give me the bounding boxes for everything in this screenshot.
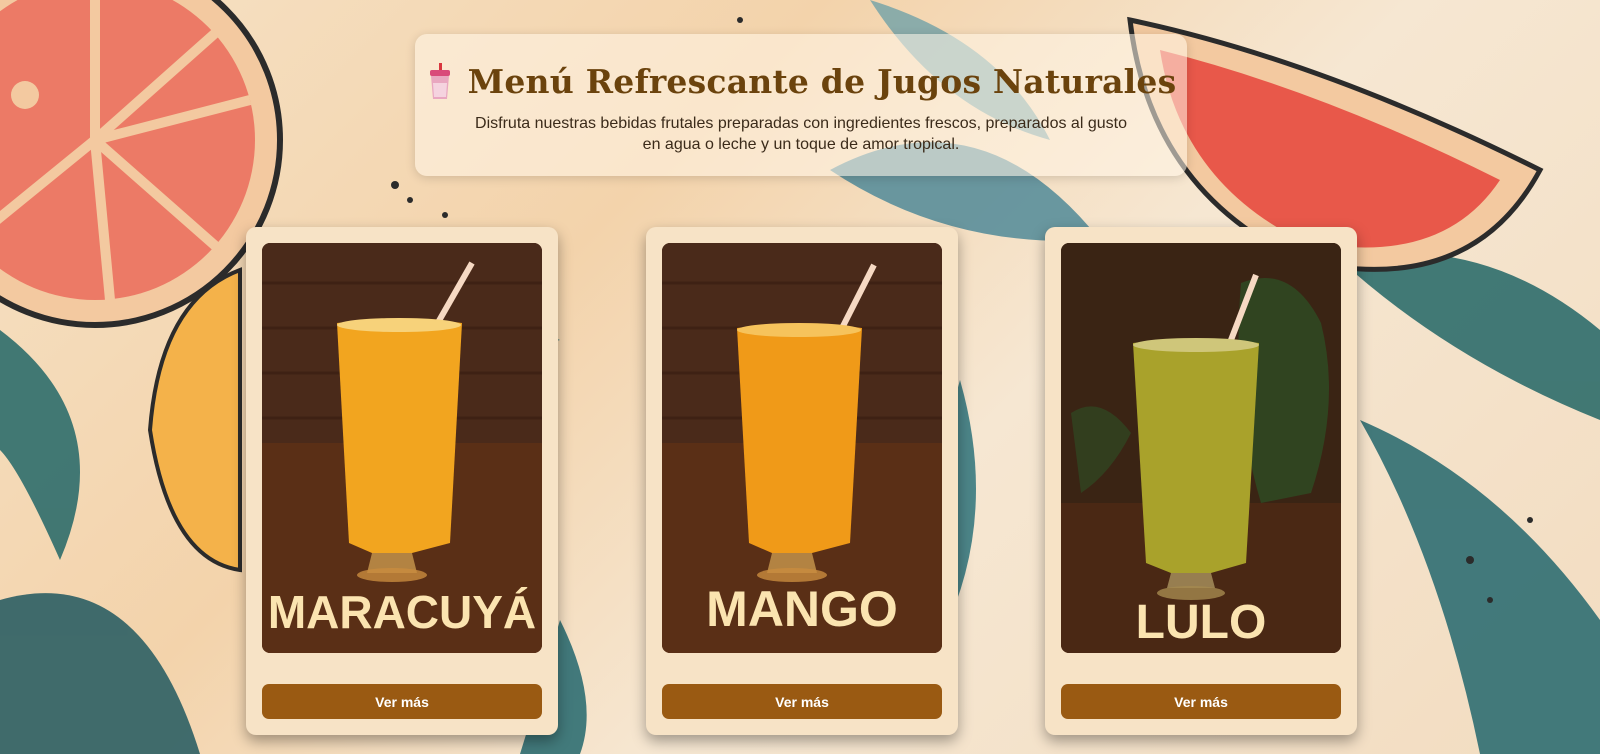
page-subtitle: Disfruta nuestras bebidas frutales prepa… [475, 115, 1127, 153]
ver-mas-button[interactable]: Ver más [262, 684, 542, 719]
juice-photo: LULO [1061, 243, 1341, 653]
juice-card-maracuya: MARACUYÁ Ver más [246, 227, 558, 735]
header-card: Menú Refrescante de Jugos Naturales Disf… [415, 34, 1187, 176]
juice-photo: MARACUYÁ [262, 243, 542, 653]
title-row: Menú Refrescante de Jugos Naturales [415, 62, 1187, 101]
juice-label: LULO [1136, 596, 1267, 649]
juice-card-mango: MANGO Ver más [646, 227, 958, 735]
ver-mas-button[interactable]: Ver más [1061, 684, 1341, 719]
juice-photo: MANGO [662, 243, 942, 653]
juice-label: MARACUYÁ [268, 586, 536, 638]
juice-label: MANGO [706, 581, 898, 637]
cup-icon [429, 62, 450, 99]
page-title: Menú Refrescante de Jugos Naturales [467, 62, 1177, 101]
juice-card-lulo: LULO Ver más [1045, 227, 1357, 735]
ver-mas-button[interactable]: Ver más [662, 684, 942, 719]
